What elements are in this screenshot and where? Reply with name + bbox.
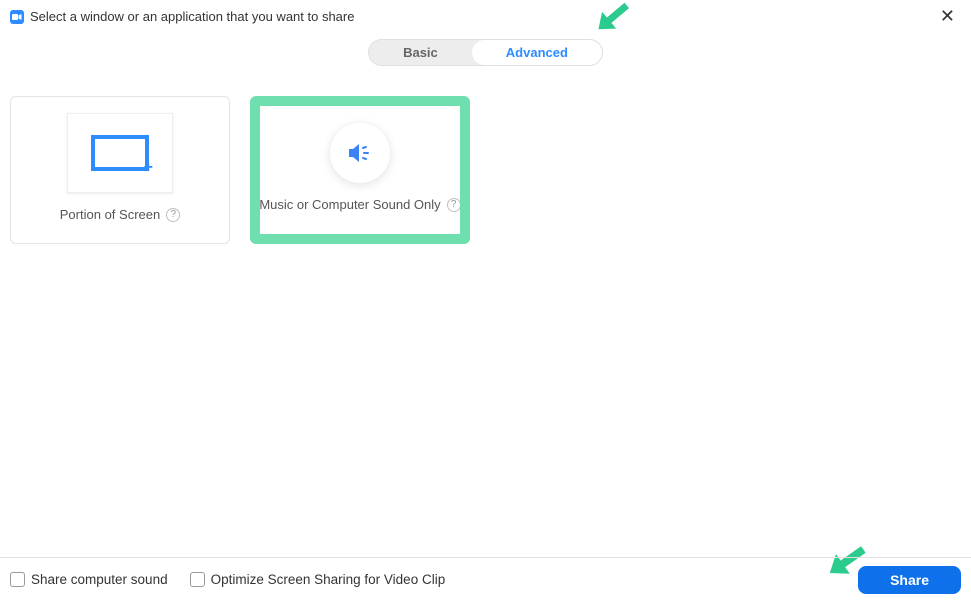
portion-thumbnail — [67, 113, 173, 193]
header-left: Select a window or an application that y… — [10, 9, 354, 24]
option-portion-of-screen[interactable]: Portion of Screen ? — [10, 96, 230, 244]
share-button[interactable]: Share — [858, 566, 961, 594]
footer-left: Share computer sound Optimize Screen Sha… — [10, 572, 445, 587]
tab-bar: Basic Advanced — [0, 39, 971, 66]
share-sound-label: Share computer sound — [31, 572, 168, 587]
portion-label: Portion of Screen — [60, 207, 160, 222]
dialog-header: Select a window or an application that y… — [0, 0, 971, 33]
checkbox-optimize-video-clip[interactable]: Optimize Screen Sharing for Video Clip — [190, 572, 446, 587]
tab-basic[interactable]: Basic — [369, 40, 472, 65]
checkbox-icon — [190, 572, 205, 587]
card-label-row: Portion of Screen ? — [60, 207, 180, 222]
portion-rect-icon — [91, 135, 149, 171]
help-icon[interactable]: ? — [447, 198, 461, 212]
help-icon[interactable]: ? — [166, 208, 180, 222]
sound-label: Music or Computer Sound Only — [259, 197, 440, 212]
sound-thumbnail — [330, 123, 390, 183]
dialog-footer: Share computer sound Optimize Screen Sha… — [0, 557, 971, 601]
checkbox-share-computer-sound[interactable]: Share computer sound — [10, 572, 168, 587]
dialog-title: Select a window or an application that y… — [30, 9, 354, 24]
speaker-icon — [347, 142, 373, 164]
checkbox-icon — [10, 572, 25, 587]
zoom-icon — [10, 10, 24, 24]
share-options-grid: Portion of Screen ? Music or Computer So… — [0, 66, 971, 244]
optimize-label: Optimize Screen Sharing for Video Clip — [211, 572, 446, 587]
tab-group: Basic Advanced — [368, 39, 603, 66]
card-label-row: Music or Computer Sound Only ? — [259, 197, 460, 212]
option-music-or-sound-only[interactable]: Music or Computer Sound Only ? — [250, 96, 470, 244]
close-icon[interactable]: ✕ — [934, 6, 961, 27]
tab-advanced[interactable]: Advanced — [472, 40, 602, 65]
